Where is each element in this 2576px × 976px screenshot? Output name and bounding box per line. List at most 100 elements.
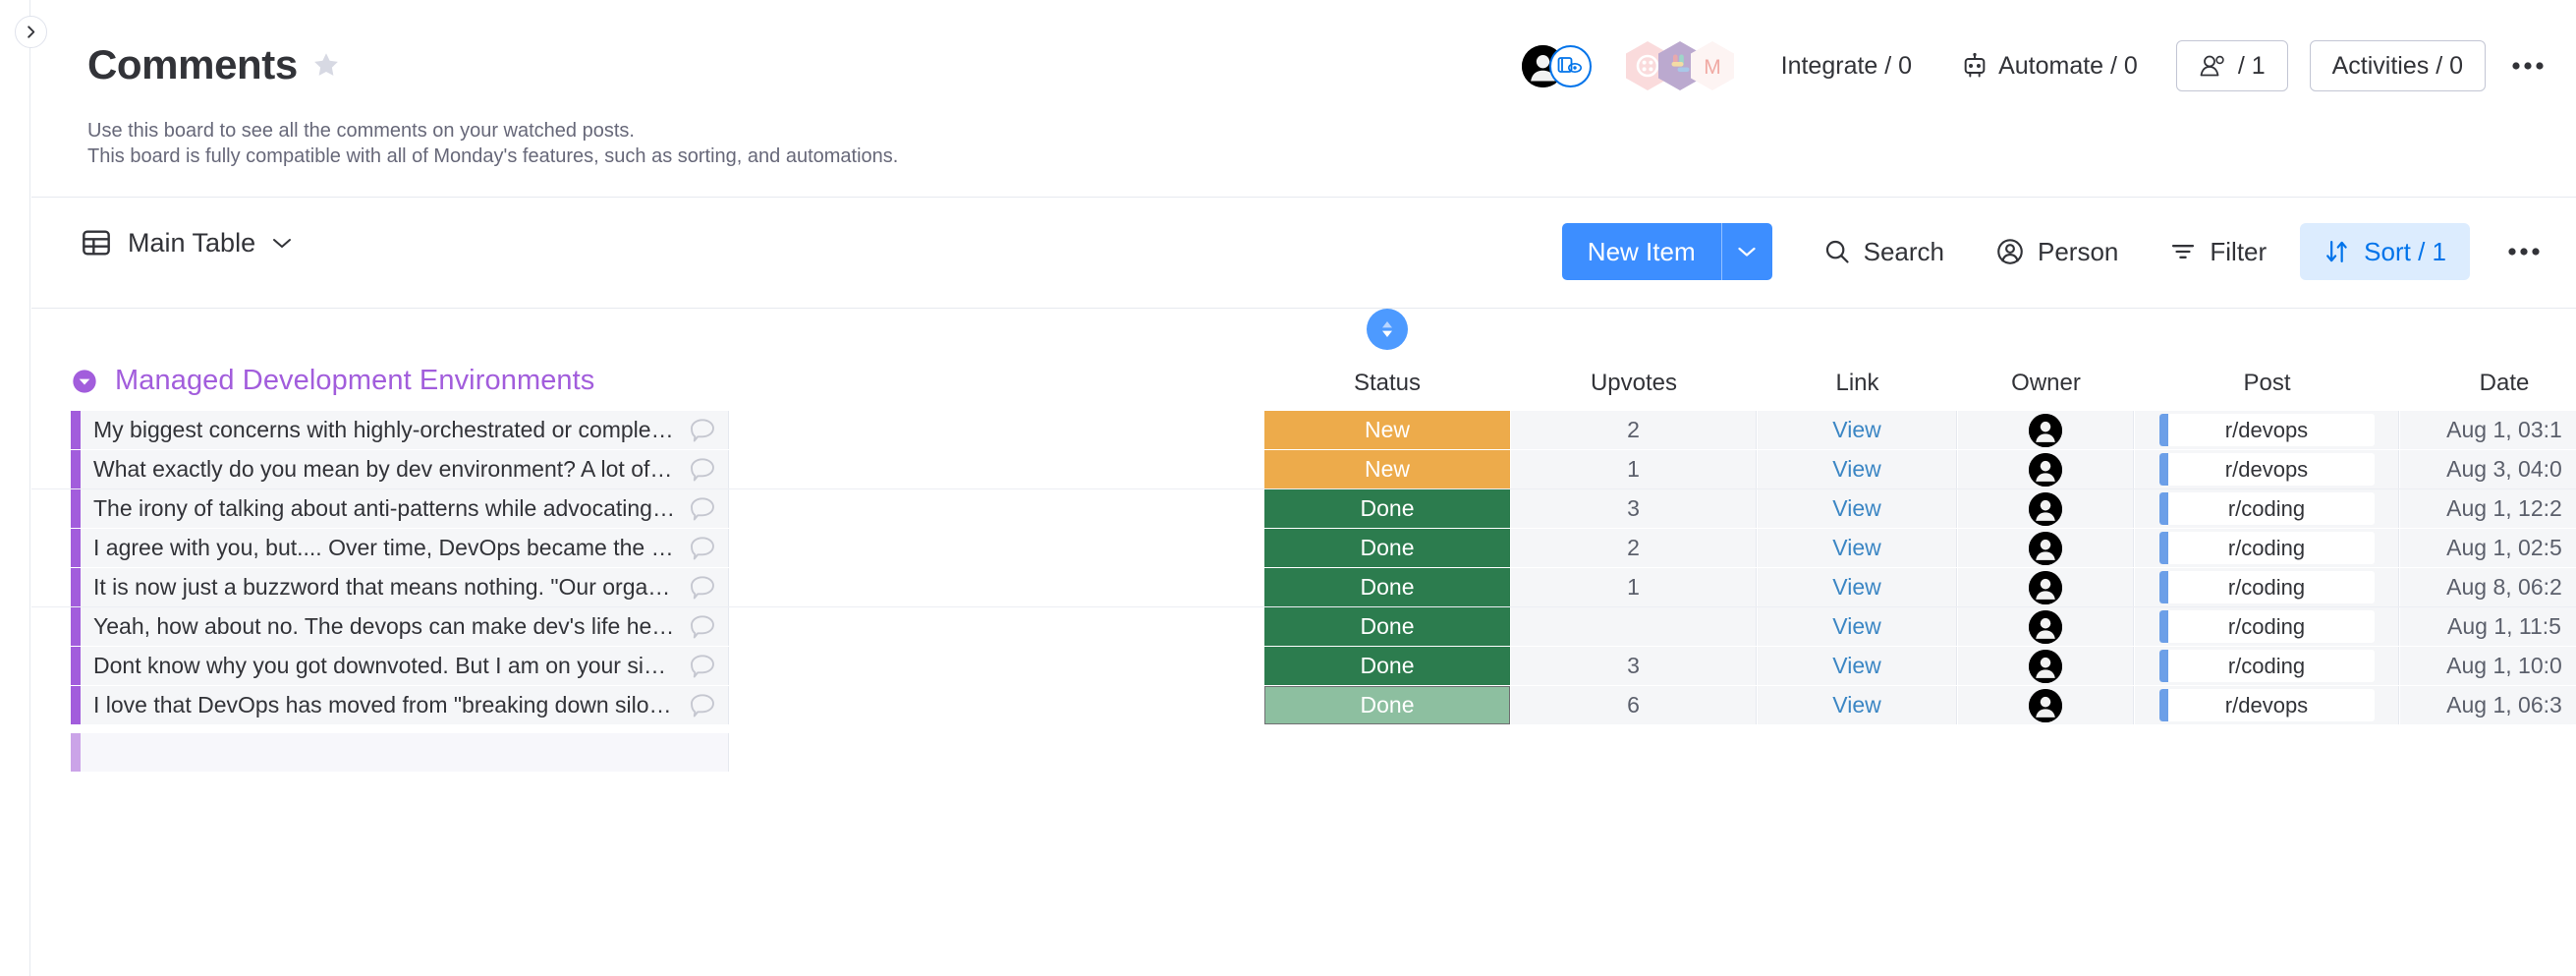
avatar[interactable]: [2029, 570, 2062, 604]
view-link[interactable]: View: [1832, 574, 1880, 601]
cell-item-name[interactable]: It is now just a buzzword that means not…: [81, 568, 729, 606]
avatar[interactable]: [2029, 531, 2062, 565]
cell-link[interactable]: View: [1758, 607, 1957, 646]
chevron-down-circle-icon[interactable]: [71, 368, 98, 395]
cell-owner[interactable]: [1958, 450, 2134, 488]
post-chip[interactable]: r/coding: [2158, 650, 2375, 682]
table-row-partial[interactable]: [31, 733, 2576, 772]
board-more-options-button[interactable]: [2503, 41, 2552, 90]
cell-post[interactable]: r/coding: [2135, 529, 2399, 567]
status-sort-indicator[interactable]: [1367, 309, 1408, 350]
avatar[interactable]: [2029, 688, 2062, 722]
integrate-button[interactable]: Integrate / 0: [1764, 40, 1929, 91]
cell-status[interactable]: Done: [1264, 489, 1510, 528]
comment-bubble-button[interactable]: [688, 652, 717, 681]
table-row[interactable]: I love that DevOps has moved from "break…: [31, 686, 2576, 724]
post-chip[interactable]: r/devops: [2158, 453, 2375, 486]
cell-owner[interactable]: [1958, 686, 2134, 724]
table-row[interactable]: What exactly do you mean by dev environm…: [31, 450, 2576, 488]
cell-post[interactable]: r/devops: [2135, 450, 2399, 488]
cell-item-name[interactable]: What exactly do you mean by dev environm…: [81, 450, 729, 488]
integrations-icons[interactable]: M: [1625, 40, 1735, 91]
comment-bubble-button[interactable]: [688, 455, 717, 485]
cell-date[interactable]: Aug 1, 06:3: [2400, 686, 2576, 724]
group-title-wrap[interactable]: Managed Development Environments: [71, 365, 594, 397]
person-filter-button[interactable]: Person: [1978, 223, 2136, 280]
cell-link[interactable]: View: [1758, 647, 1957, 685]
cell-upvotes[interactable]: 2: [1511, 411, 1757, 449]
comment-bubble-button[interactable]: [688, 612, 717, 642]
cell-link[interactable]: View: [1758, 529, 1957, 567]
search-button[interactable]: Search: [1806, 223, 1962, 280]
board-share-button[interactable]: [1548, 44, 1592, 87]
cell-upvotes[interactable]: 6: [1511, 686, 1757, 724]
cell-date[interactable]: Aug 1, 10:0: [2400, 647, 2576, 685]
avatar[interactable]: [2029, 413, 2062, 447]
post-chip[interactable]: r/coding: [2158, 610, 2375, 643]
cell-link[interactable]: View: [1758, 411, 1957, 449]
table-row[interactable]: Dont know why you got downvoted. But I a…: [31, 647, 2576, 685]
column-header-upvotes[interactable]: Upvotes: [1511, 370, 1757, 397]
cell-owner[interactable]: [1958, 607, 2134, 646]
view-link[interactable]: View: [1832, 495, 1880, 522]
column-header-date[interactable]: Date: [2400, 370, 2576, 397]
cell-upvotes[interactable]: 2: [1511, 529, 1757, 567]
cell-status[interactable]: Done: [1264, 529, 1510, 567]
cell-post[interactable]: r/devops: [2135, 686, 2399, 724]
cell-date[interactable]: Aug 1, 11:5: [2400, 607, 2576, 646]
cell-status[interactable]: Done: [1264, 607, 1510, 646]
column-header-link[interactable]: Link: [1758, 370, 1957, 397]
cell-status[interactable]: Done: [1264, 647, 1510, 685]
comment-bubble-button[interactable]: [688, 534, 717, 563]
cell-owner[interactable]: [1958, 489, 2134, 528]
new-item-button[interactable]: New Item: [1561, 223, 1772, 280]
cell-owner[interactable]: [1958, 568, 2134, 606]
cell-upvotes[interactable]: 3: [1511, 647, 1757, 685]
cell-link[interactable]: View: [1758, 568, 1957, 606]
cell-item-name[interactable]: My biggest concerns with highly-orchestr…: [81, 411, 729, 449]
cell-post[interactable]: r/coding: [2135, 489, 2399, 528]
automate-button[interactable]: Automate / 0: [1944, 40, 2155, 91]
cell-date[interactable]: Aug 1, 03:1: [2400, 411, 2576, 449]
cell-status[interactable]: New: [1264, 411, 1510, 449]
cell-item-name[interactable]: I agree with you, but.... Over time, Dev…: [81, 529, 729, 567]
cell-status[interactable]: Done: [1264, 686, 1510, 724]
cell-item-name[interactable]: Yeah, how about no. The devops can make …: [81, 607, 729, 646]
post-chip[interactable]: r/devops: [2158, 689, 2375, 721]
post-chip[interactable]: r/coding: [2158, 492, 2375, 525]
comment-bubble-button[interactable]: [688, 691, 717, 720]
avatar[interactable]: [2029, 491, 2062, 526]
cell-post[interactable]: r/coding: [2135, 568, 2399, 606]
cell-date[interactable]: Aug 1, 12:2: [2400, 489, 2576, 528]
table-row[interactable]: It is now just a buzzword that means not…: [31, 568, 2576, 606]
cell-upvotes[interactable]: 3: [1511, 489, 1757, 528]
cell-post[interactable]: r/coding: [2135, 647, 2399, 685]
toolbar-more-options-button[interactable]: [2497, 225, 2550, 278]
table-row[interactable]: Yeah, how about no. The devops can make …: [31, 607, 2576, 646]
view-link[interactable]: View: [1832, 653, 1880, 679]
view-link[interactable]: View: [1832, 692, 1880, 718]
avatar[interactable]: [2029, 649, 2062, 683]
column-header-post[interactable]: Post: [2135, 370, 2399, 397]
new-item-dropdown-button[interactable]: [1720, 223, 1772, 280]
cell-owner[interactable]: [1958, 529, 2134, 567]
members-button[interactable]: / 1: [2175, 40, 2288, 91]
table-row[interactable]: My biggest concerns with highly-orchestr…: [31, 411, 2576, 449]
post-chip[interactable]: r/coding: [2158, 532, 2375, 564]
cell-date[interactable]: Aug 3, 04:0: [2400, 450, 2576, 488]
post-chip[interactable]: r/devops: [2158, 414, 2375, 446]
cell-link[interactable]: View: [1758, 686, 1957, 724]
cell-item-name[interactable]: [81, 733, 729, 772]
filter-button[interactable]: Filter: [2152, 223, 2284, 280]
cell-item-name[interactable]: I love that DevOps has moved from "break…: [81, 686, 729, 724]
cell-date[interactable]: Aug 8, 06:2: [2400, 568, 2576, 606]
avatar[interactable]: [2029, 452, 2062, 487]
table-row[interactable]: The irony of talking about anti-patterns…: [31, 489, 2576, 528]
comment-bubble-button[interactable]: [688, 494, 717, 524]
view-tab-main-table[interactable]: Main Table: [81, 227, 293, 258]
cell-date[interactable]: Aug 1, 02:5: [2400, 529, 2576, 567]
cell-owner[interactable]: [1958, 647, 2134, 685]
sort-button[interactable]: Sort / 1: [2300, 223, 2470, 280]
cell-item-name[interactable]: Dont know why you got downvoted. But I a…: [81, 647, 729, 685]
table-row[interactable]: I agree with you, but.... Over time, Dev…: [31, 529, 2576, 567]
